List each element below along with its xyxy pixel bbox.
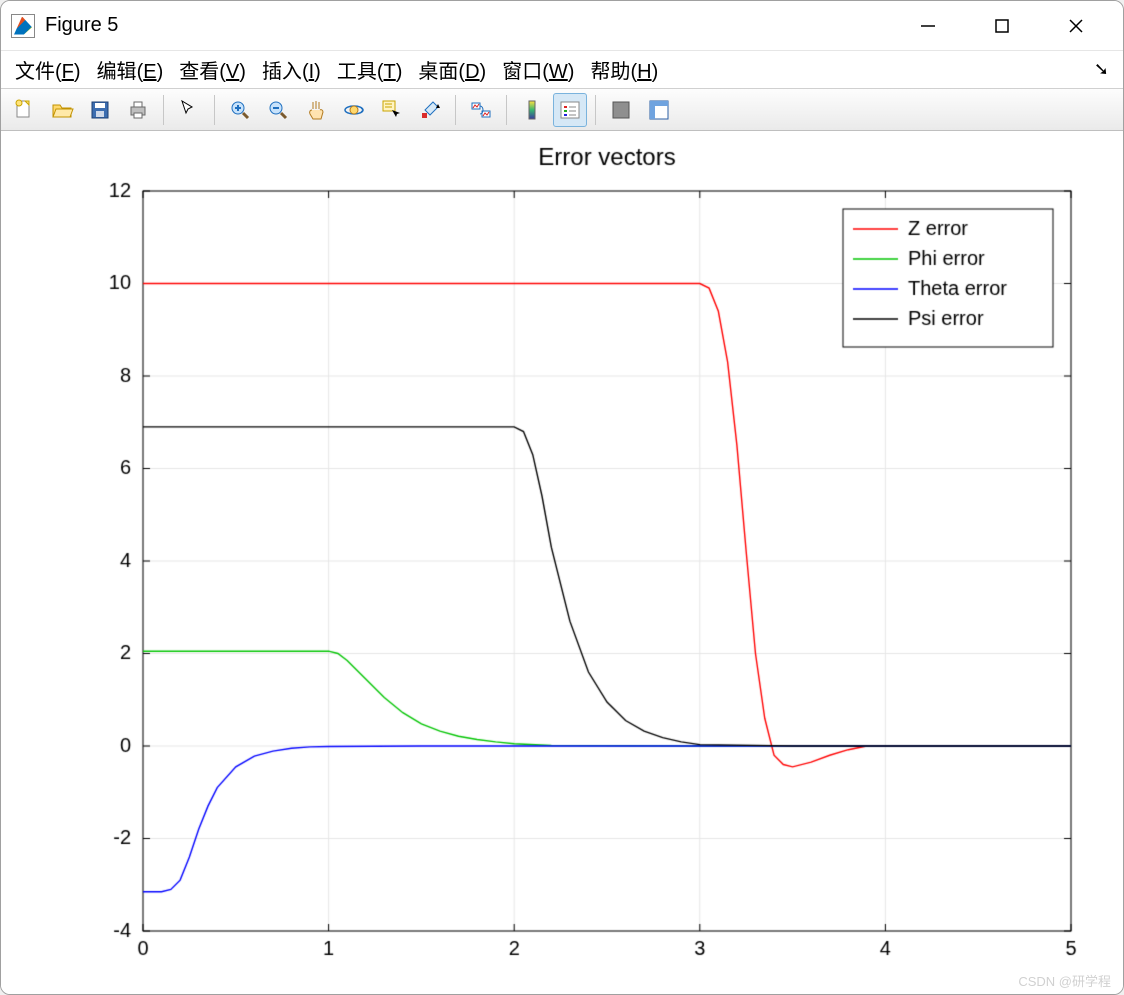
window-controls xyxy=(909,7,1113,45)
close-button[interactable] xyxy=(1057,7,1095,45)
link-button[interactable] xyxy=(464,93,498,127)
zoom-out-button[interactable] xyxy=(261,93,295,127)
insert-legend-button[interactable] xyxy=(553,93,587,127)
toolbar-separator xyxy=(455,95,456,125)
show-plot-tools-button[interactable] xyxy=(642,93,676,127)
save-button[interactable] xyxy=(83,93,117,127)
menu-tools[interactable]: 工具(T) xyxy=(337,55,403,84)
edit-plot-button[interactable] xyxy=(172,93,206,127)
matlab-icon xyxy=(11,14,35,38)
menu-view[interactable]: 查看(V) xyxy=(179,55,246,84)
watermark: CSDN @研学程 xyxy=(1018,971,1111,990)
menu-file[interactable]: 文件(F) xyxy=(15,55,81,84)
minimize-button[interactable] xyxy=(909,7,947,45)
menu-insert[interactable]: 插入(I) xyxy=(262,55,321,84)
titlebar: Figure 5 xyxy=(1,1,1123,51)
toolbar-separator xyxy=(506,95,507,125)
pan-button[interactable] xyxy=(299,93,333,127)
toolbar-separator xyxy=(163,95,164,125)
print-button[interactable] xyxy=(121,93,155,127)
menu-window[interactable]: 窗口(W) xyxy=(502,55,574,84)
new-figure-button[interactable] xyxy=(7,93,41,127)
maximize-button[interactable] xyxy=(983,7,1021,45)
menu-desktop[interactable]: 桌面(D) xyxy=(418,55,486,84)
rotate-3d-button[interactable] xyxy=(337,93,371,127)
toolbar-separator xyxy=(214,95,215,125)
toolbar xyxy=(1,89,1123,131)
zoom-in-button[interactable] xyxy=(223,93,257,127)
figure-window: Figure 5 文件(F) 编辑(E) 查看(V) 插入(I) 工具(T) 桌… xyxy=(0,0,1124,995)
menu-edit[interactable]: 编辑(E) xyxy=(97,55,164,84)
toolbar-separator xyxy=(595,95,596,125)
data-cursor-button[interactable] xyxy=(375,93,409,127)
figure-area[interactable]: CSDN @研学程 xyxy=(1,131,1123,994)
axes[interactable] xyxy=(1,131,1123,991)
dock-arrow-icon[interactable]: ➘ xyxy=(1094,59,1109,80)
insert-colorbar-button[interactable] xyxy=(515,93,549,127)
menubar: 文件(F) 编辑(E) 查看(V) 插入(I) 工具(T) 桌面(D) 窗口(W… xyxy=(1,51,1123,89)
hide-plot-tools-button[interactable] xyxy=(604,93,638,127)
menu-help[interactable]: 帮助(H) xyxy=(590,55,658,84)
window-title: Figure 5 xyxy=(45,14,118,37)
brush-button[interactable] xyxy=(413,93,447,127)
open-button[interactable] xyxy=(45,93,79,127)
